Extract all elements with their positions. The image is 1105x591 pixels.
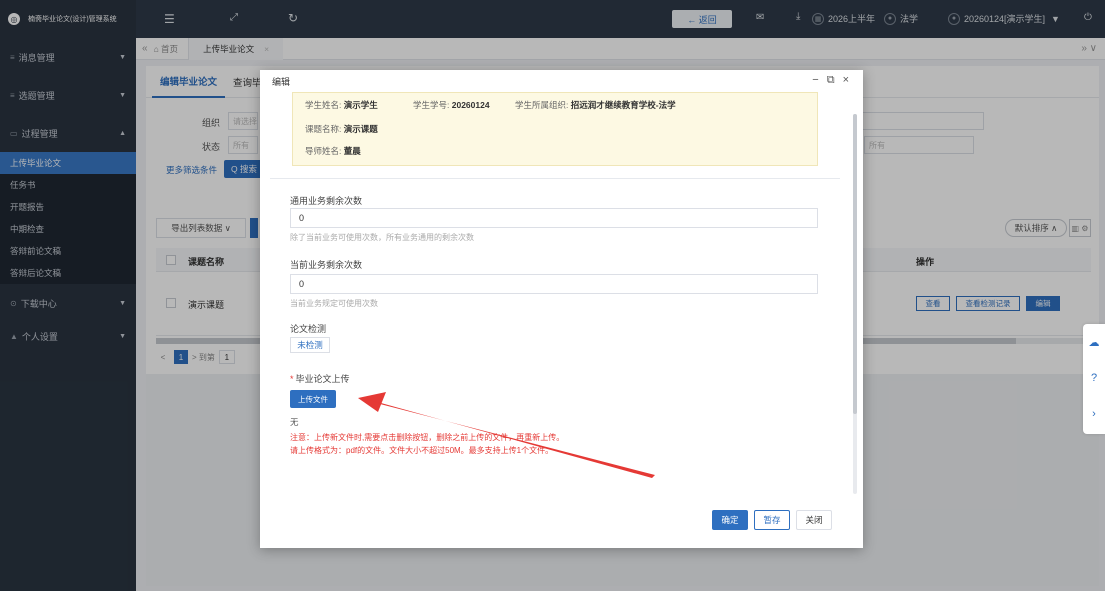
student-org-line: 学生所属组织: 招远润才继续教育学校-法学 bbox=[515, 99, 676, 111]
label: 学生姓名: bbox=[305, 100, 342, 110]
label: 学生学号: bbox=[413, 100, 450, 110]
current-remaining-label: 当前业务剩余次数 bbox=[290, 260, 363, 270]
floating-toolbar: ☁ ? › bbox=[1083, 324, 1105, 434]
dialog-body: 学生姓名: 演示学生 学生学号: 20260124 学生所属组织: 招远润才继续… bbox=[270, 92, 850, 492]
student-no: 20260124 bbox=[451, 100, 490, 110]
scroll-thumb[interactable] bbox=[853, 114, 857, 414]
student-name: 演示学生 bbox=[343, 100, 378, 110]
label: 学生所属组织: bbox=[515, 100, 569, 110]
student-name-line: 学生姓名: 演示学生 bbox=[305, 99, 378, 111]
current-remaining-input[interactable]: 0 bbox=[290, 274, 818, 294]
topic-line: 课题名称: 演示课题 bbox=[305, 123, 378, 135]
thesis-check-status[interactable]: 未检测 bbox=[290, 337, 330, 353]
general-remaining-hint: 除了当前业务可使用次数，所有业务通用的剩余次数 bbox=[290, 233, 474, 242]
thesis-check-label: 论文检测 bbox=[290, 324, 327, 334]
no-file-text: 无 bbox=[290, 417, 299, 427]
help-icon[interactable]: ? bbox=[1083, 360, 1105, 396]
chevron-right-icon[interactable]: › bbox=[1083, 396, 1105, 432]
student-info-box: 学生姓名: 演示学生 学生学号: 20260124 学生所属组织: 招远润才继续… bbox=[292, 92, 818, 166]
maximize-icon[interactable]: ⧉ bbox=[827, 74, 835, 87]
divider bbox=[270, 178, 840, 179]
label: 导师姓名: bbox=[305, 146, 342, 156]
upload-note-1: 注意：上传新文件时,需要点击删除按钮，删除之前上传的文件，再重新上传。 bbox=[290, 433, 565, 442]
upload-note-2: 请上传格式为：pdf的文件。文件大小不超过50M。最多支持上传1个文件。 bbox=[290, 446, 554, 455]
tutor-name: 董晨 bbox=[343, 146, 361, 156]
student-org: 招远润才继续教育学校-法学 bbox=[570, 100, 676, 110]
close-icon[interactable]: × bbox=[843, 74, 849, 87]
thesis-upload-label: * 毕业论文上传 bbox=[290, 372, 350, 385]
topic-name: 演示课题 bbox=[343, 124, 378, 134]
close-button[interactable]: 关闭 bbox=[796, 510, 832, 530]
upload-label-text: 毕业论文上传 bbox=[295, 374, 350, 384]
current-remaining-hint: 当前业务规定可使用次数 bbox=[290, 299, 378, 308]
edit-dialog: 编辑 − ⧉ × 学生姓名: 演示学生 学生学号: 20260124 学生所属组… bbox=[260, 70, 863, 548]
general-remaining-input[interactable]: 0 bbox=[290, 208, 818, 228]
dialog-header: 编辑 − ⧉ × bbox=[260, 70, 863, 92]
customer-service-icon[interactable]: ☁ bbox=[1083, 324, 1105, 360]
upload-file-button[interactable]: 上传文件 bbox=[290, 390, 336, 408]
tutor-line: 导师姓名: 董晨 bbox=[305, 145, 361, 157]
dialog-scrollbar[interactable] bbox=[853, 114, 857, 494]
general-remaining-label: 通用业务剩余次数 bbox=[290, 196, 363, 206]
confirm-button[interactable]: 确定 bbox=[712, 510, 748, 530]
dialog-footer: 确定 暂存 关闭 bbox=[260, 510, 863, 540]
label: 课题名称: bbox=[305, 124, 342, 134]
minimize-icon[interactable]: − bbox=[812, 74, 818, 87]
dialog-title: 编辑 bbox=[272, 76, 291, 87]
required-mark: * bbox=[290, 374, 294, 384]
student-no-line: 学生学号: 20260124 bbox=[413, 99, 490, 111]
save-draft-button[interactable]: 暂存 bbox=[754, 510, 790, 530]
